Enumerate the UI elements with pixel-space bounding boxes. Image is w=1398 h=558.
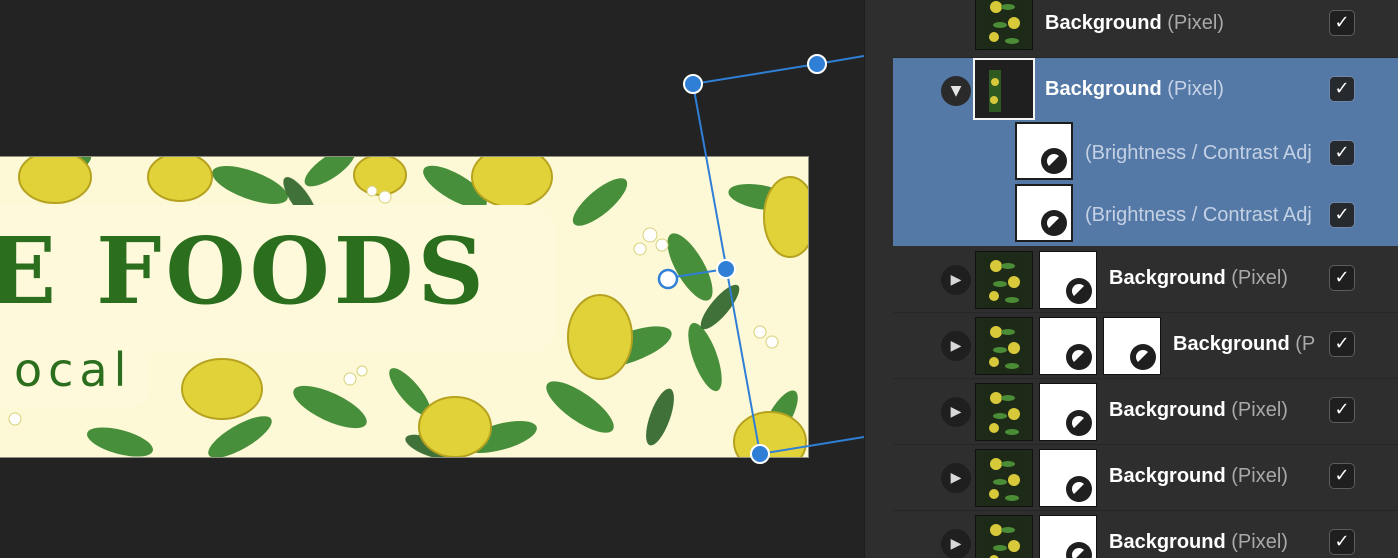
layer-name: Background (Pixel)	[1045, 12, 1224, 34]
layer-thumbnail	[975, 317, 1033, 375]
transform-handle-bottom-left[interactable]	[750, 444, 770, 464]
brightness-contrast-icon	[1041, 148, 1067, 174]
layer-row[interactable]: ▶ Background (Pixel) ✓	[893, 379, 1398, 445]
layer-thumbnail	[975, 515, 1033, 558]
adjustment-mask-thumbnail	[1039, 449, 1097, 507]
adjustment-layer-name[interactable]: (Brightness / Contrast Adjustment)	[1085, 204, 1311, 227]
adjustment-thumbnail	[1015, 184, 1073, 242]
adjustment-mask-thumbnail	[1103, 317, 1161, 375]
layer-row-selected[interactable]: ▼ Background (Pixel) ✓ (Brightness / Con…	[893, 58, 1398, 246]
brightness-contrast-icon	[1066, 542, 1092, 558]
brightness-contrast-icon	[1066, 410, 1092, 436]
disclosure-triangle-icon[interactable]: ▼	[941, 76, 971, 106]
adjustment-mask-thumbnail	[1039, 515, 1097, 558]
banner-artwork[interactable]: E FOODS ocal	[0, 156, 809, 458]
layer-row[interactable]: ▶ Background (Pixel) ✓	[893, 445, 1398, 511]
layers-panel: Background (Pixel) ✓ ▼ Background (Pixel…	[864, 0, 1398, 558]
brightness-contrast-icon	[1130, 344, 1156, 370]
transform-handle-left-mid[interactable]	[716, 259, 736, 279]
layer-row[interactable]: ▶ Background (Pixel) ✓	[893, 247, 1398, 313]
brightness-contrast-icon	[1066, 476, 1092, 502]
layer-name: Background (Pixel)	[1109, 399, 1288, 421]
layer-visibility-checkbox[interactable]: ✓	[1329, 10, 1355, 36]
layer-thumbnail	[975, 0, 1033, 50]
document-canvas[interactable]: E FOODS ocal	[0, 0, 864, 558]
transform-handle-top-left[interactable]	[683, 74, 703, 94]
brightness-contrast-icon	[1066, 278, 1092, 304]
adjustment-mask-thumbnail	[1039, 317, 1097, 375]
layer-visibility-checkbox[interactable]: ✓	[1329, 397, 1355, 423]
brightness-contrast-icon	[1041, 210, 1067, 236]
layer-name: Background (Pixel)	[1109, 531, 1288, 553]
adjustment-visibility-checkbox[interactable]: ✓	[1329, 140, 1355, 166]
layer-name: Background (Pixel)	[1109, 465, 1288, 487]
banner-subtitle-text: ocal	[14, 343, 133, 397]
layer-name: Background (Pixel)	[1045, 78, 1224, 100]
layer-row[interactable]: ▶ Background (Pixel) ✓	[893, 313, 1398, 379]
disclosure-triangle-icon[interactable]: ▶	[941, 463, 971, 493]
layer-row[interactable]: ▶ Background (Pixel) ✓	[893, 511, 1398, 558]
transform-rotation-handle[interactable]	[657, 268, 679, 290]
disclosure-triangle-icon[interactable]: ▶	[941, 265, 971, 295]
layer-thumbnail	[975, 251, 1033, 309]
adjustment-mask-thumbnail	[1039, 251, 1097, 309]
layer-thumbnail	[975, 449, 1033, 507]
adjustment-mask-thumbnail	[1039, 383, 1097, 441]
disclosure-triangle-icon[interactable]: ▶	[941, 397, 971, 427]
layer-thumbnail	[975, 383, 1033, 441]
layer-name: Background (Pixel)	[1109, 267, 1288, 289]
adjustment-visibility-checkbox[interactable]: ✓	[1329, 202, 1355, 228]
brightness-contrast-icon	[1066, 344, 1092, 370]
layer-thumbnail	[973, 58, 1035, 120]
disclosure-triangle-icon[interactable]: ▶	[941, 331, 971, 361]
layer-name: Background (Pixel)	[1173, 333, 1316, 355]
layer-visibility-checkbox[interactable]: ✓	[1329, 265, 1355, 291]
adjustment-thumbnail	[1015, 122, 1073, 180]
disclosure-triangle-icon[interactable]: ▶	[941, 529, 971, 558]
banner-title-text: E FOODS	[0, 217, 488, 325]
layer-visibility-checkbox[interactable]: ✓	[1329, 529, 1355, 555]
adjustment-layer-name[interactable]: (Brightness / Contrast Adjustment)	[1085, 142, 1311, 165]
layer-visibility-checkbox[interactable]: ✓	[1329, 76, 1355, 102]
layer-visibility-checkbox[interactable]: ✓	[1329, 331, 1355, 357]
layer-row[interactable]: Background (Pixel) ✓	[893, 0, 1398, 58]
transform-handle-top-mid[interactable]	[807, 54, 827, 74]
layer-visibility-checkbox[interactable]: ✓	[1329, 463, 1355, 489]
